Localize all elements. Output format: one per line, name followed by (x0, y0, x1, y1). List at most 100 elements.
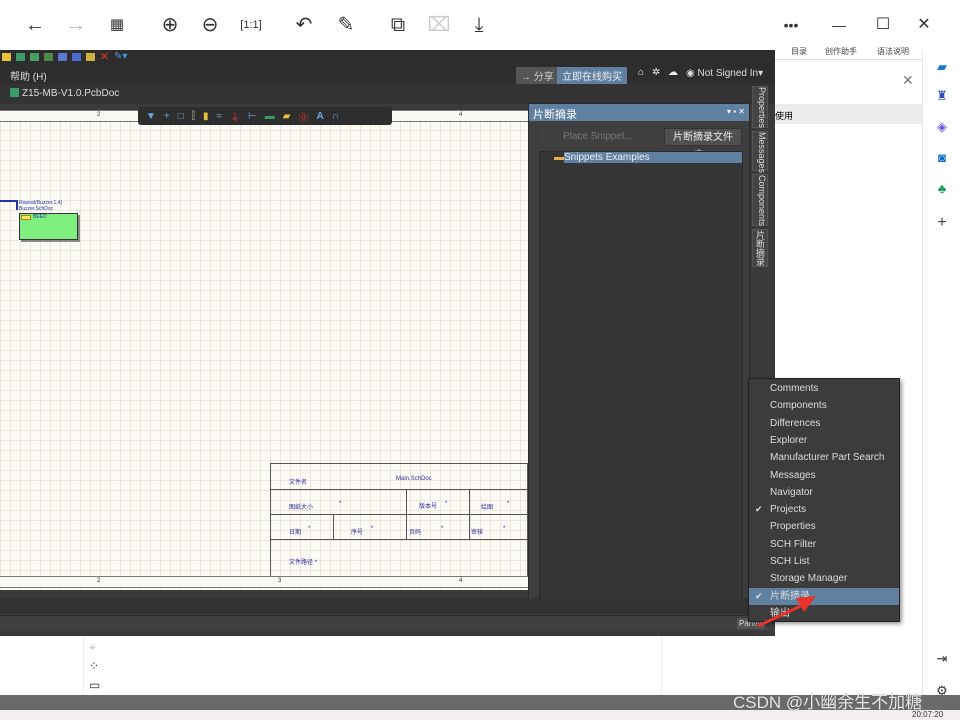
bus-icon[interactable]: ≈ (217, 111, 223, 122)
right-pane-row[interactable]: 使用 (775, 104, 922, 124)
extract-icon[interactable]: ⧉ (385, 12, 411, 38)
add-icon[interactable]: + (933, 214, 951, 232)
side-tab-messages[interactable]: Messages (752, 131, 768, 173)
review-label: 审核 (471, 530, 484, 536)
side-tab-components[interactable]: Components (752, 174, 768, 226)
crosshair-icon[interactable]: ⌖ (89, 640, 96, 655)
split-icon[interactable]: ⇥ (933, 650, 951, 668)
side-tab-properties[interactable]: Properties (752, 86, 768, 128)
copilot-icon[interactable]: ◈ (933, 118, 951, 136)
home-icon[interactable]: ⌂ (638, 67, 644, 78)
tool-icon[interactable] (30, 53, 39, 61)
rotate-icon[interactable]: ↶ (291, 12, 317, 38)
filter-icon[interactable]: ▼ (146, 111, 156, 122)
close-button[interactable]: ✕ (911, 12, 937, 38)
ruler-label: 2 (97, 578, 101, 584)
actual-size-icon[interactable]: [1:1] (238, 12, 264, 38)
link-toc[interactable]: 目录 (791, 46, 807, 57)
date-value: * (308, 526, 311, 532)
text-icon[interactable]: A (316, 111, 323, 122)
folder-icon: ▬ (554, 152, 564, 163)
monitor-icon[interactable]: ▭ (89, 678, 100, 692)
user-label: Not Signed In (697, 68, 759, 79)
tree-item[interactable]: ▬Snippets Examples (554, 152, 744, 165)
zoom-out-icon[interactable]: ⊖ (197, 12, 223, 38)
grid-icon[interactable]: ▦ (104, 12, 130, 38)
port-label: BEED (33, 214, 47, 220)
arc-icon[interactable]: ∩ (332, 111, 339, 122)
zoom-in-icon[interactable]: ⊕ (157, 12, 183, 38)
version-value: * (445, 501, 448, 507)
pen-icon[interactable]: ✎▾ (114, 52, 130, 62)
file-name-label: 文件名 (289, 480, 308, 486)
ruler-label: 3 (278, 578, 282, 584)
buy-button[interactable]: 立即在线购买 (557, 67, 627, 84)
minimize-button[interactable]: — (826, 12, 852, 38)
tab-pcbdoc[interactable]: Z15-MB-V1.0.PcbDoc (22, 88, 119, 99)
tool-icon[interactable] (86, 53, 95, 61)
altium-window: ✕ ✎▾ 帮助 (H) → 分享 立即在线购买 ⌂ ✲ ☁ ◉ Not Sign… (0, 50, 775, 636)
sheet-icon[interactable]: ▬ (265, 111, 275, 122)
toolbox-icon[interactable]: ▰ (933, 58, 951, 76)
tool-icon[interactable] (2, 53, 11, 61)
share-button[interactable]: → 分享 (516, 67, 559, 84)
sheet-symbol[interactable]: BEED (19, 213, 78, 240)
nodes-icon[interactable]: ⁘ (89, 659, 99, 673)
file-label: Buzzer.SchDoc (19, 206, 54, 212)
port-tool-icon[interactable]: ⊢ (248, 111, 257, 122)
back-icon[interactable]: ← (22, 12, 48, 38)
check-icon: ✔ (755, 504, 763, 515)
gear-icon[interactable]: ✲ (652, 67, 660, 78)
snippet-folders-button[interactable]: 片断摘录文件夹... (664, 128, 742, 161)
edit-icon[interactable]: ✎ (333, 12, 359, 38)
tool-icon[interactable] (72, 53, 81, 61)
edge-sidebar: ▰ ♜ ◈ ◙ ♣ + ⇥ ⚙ (922, 50, 960, 698)
panel-controls[interactable]: ▾ ▪ ✕ (727, 107, 745, 116)
tree-item-label: Snippets Examples (564, 152, 742, 163)
close-icon[interactable]: ✕ (902, 72, 914, 89)
chess-icon[interactable]: ♜ (933, 87, 951, 105)
outlook-icon[interactable]: ◙ (933, 149, 951, 167)
review-value: * (503, 526, 506, 532)
align-icon[interactable]: ⫿ (192, 111, 195, 122)
bottom-white-area: ⌖ ⁘ ▭ (0, 636, 922, 695)
snippets-panel: 片断摘录 ▾ ▪ ✕ Place Snippet... 片断摘录文件夹... ▬S… (528, 103, 750, 610)
path-label: 文件路径 (289, 560, 314, 566)
date-label: 日期 (289, 530, 302, 536)
cloud-icon[interactable]: ☁ (668, 67, 678, 78)
seq-value: * (371, 526, 374, 532)
schematic-canvas[interactable]: 2 3 4 Repeat(Buzzer,1,4)Buzzer.SchDoc BE… (0, 110, 529, 590)
tool-icon[interactable] (16, 53, 25, 61)
more-button[interactable]: ••• (778, 12, 804, 38)
user-menu[interactable]: ◉ Not Signed In▾ (686, 68, 763, 79)
directive-icon[interactable]: ⓪ (298, 109, 308, 124)
part-icon[interactable]: ▮ (203, 111, 209, 122)
panel-header: 片断摘录 ▾ ▪ ✕ (529, 104, 749, 121)
ground-icon[interactable]: ⏚ (230, 109, 240, 124)
tag-icon[interactable]: ▰ (283, 111, 291, 122)
tree-icon[interactable]: ♣ (933, 180, 951, 198)
share-label: 分享 (533, 72, 554, 83)
drawing-value: * (507, 501, 510, 507)
forward-icon[interactable]: → (63, 12, 89, 38)
download-icon[interactable]: ⤓ (466, 12, 492, 38)
link-syntax[interactable]: 语法说明 (877, 46, 909, 57)
pcb-doc-icon (10, 88, 19, 97)
ruler-label: 4 (459, 578, 463, 584)
snippet-tree: ▬Snippets Examples (539, 151, 743, 603)
tool-icon[interactable] (58, 53, 67, 61)
link-assistant[interactable]: 创作助手 (825, 46, 857, 57)
menu-help[interactable]: 帮助 (H) (10, 68, 47, 83)
maximize-button[interactable]: ☐ (870, 12, 896, 38)
right-pane: 目录 创作助手 语法说明 ✕ 使用 (775, 47, 922, 636)
cross-icon[interactable]: + (164, 111, 170, 122)
file-name: Main.SchDoc (396, 476, 432, 482)
tool-icon[interactable] (44, 53, 53, 61)
select-icon[interactable]: □ (178, 111, 184, 122)
watermark: CSDN @小幽余生不加糖 (733, 693, 923, 712)
wire (0, 200, 18, 210)
active-bar: ▼ + □ ⫿ ▮ ≈ ⏚ ⊢ ▬ ▰ ⓪ A ∩ (138, 107, 392, 125)
delete-icon[interactable]: ✕ (100, 52, 109, 63)
place-snippet-button: Place Snippet... (539, 128, 657, 146)
side-tab-snippets[interactable]: 片断摘录 (752, 229, 768, 267)
